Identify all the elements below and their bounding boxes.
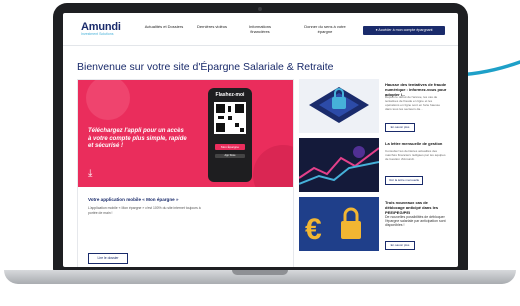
- chart-glow-icon: [299, 146, 379, 185]
- logo[interactable]: Amundi Investment Solutions: [81, 21, 121, 37]
- account-access-button[interactable]: ● Accéder à mon compte épargnant: [363, 26, 445, 35]
- read-dossier-button[interactable]: Lire le dossier: [88, 253, 128, 264]
- app-promo-card: Téléchargez l'appli pour un accès à votr…: [77, 79, 294, 267]
- top-navigation: Amundi Investment Solutions Actualités e…: [63, 13, 458, 46]
- news-item-lettre: La lettre mensuelle de gestion Consultez…: [299, 138, 447, 192]
- nav-item-donner-du-sens[interactable]: Donner du sens à votre épargne: [299, 24, 351, 34]
- laptop-base: [4, 270, 516, 284]
- nav-item-actualites[interactable]: Actualités et Dossiers: [143, 24, 185, 29]
- logo-wordmark: Amundi: [81, 21, 121, 33]
- page-title: Bienvenue sur votre site d'Épargne Salar…: [77, 61, 334, 73]
- news-title[interactable]: La lettre mensuelle de gestion: [385, 141, 447, 146]
- euro-lock-icon: €: [305, 207, 361, 246]
- phone-mockup: Flashez-moi Mon Épargne App Store: [208, 88, 252, 182]
- news-text: De nouvelles possibilités de débloquer l…: [385, 215, 446, 227]
- euro-illustration[interactable]: €: [299, 197, 379, 251]
- flash-label: Flashez-moi: [215, 92, 245, 98]
- fraud-illustration[interactable]: [299, 79, 379, 133]
- svg-text:€: €: [305, 213, 322, 246]
- learn-more-button[interactable]: En savoir plus: [385, 123, 415, 132]
- phone-store-badge: App Store: [215, 154, 245, 158]
- promo-text: Téléchargez l'appli pour un accès à votr…: [88, 128, 187, 149]
- news-title[interactable]: Trois nouveaux cas de déblocage anticipé…: [385, 200, 447, 215]
- app-card-title: Votre application mobile « Mon épargne »: [88, 197, 179, 202]
- browser-viewport: Amundi Investment Solutions Actualités e…: [63, 13, 458, 267]
- news-item-fraude: Hausse des tentatives de fraude numériqu…: [299, 79, 447, 133]
- nav-item-informations[interactable]: Informations financières: [239, 24, 281, 34]
- account-access-label: Accéder à mon compte épargnant: [378, 28, 433, 32]
- learn-more-button[interactable]: En savoir plus: [385, 241, 415, 250]
- phone-app-button: Mon Épargne: [215, 144, 245, 150]
- laptop-frame: Amundi Investment Solutions Actualités e…: [53, 3, 468, 273]
- security-lock-icon: [309, 87, 369, 123]
- news-text: Depuis le début de l'année, les cas de t…: [385, 95, 441, 111]
- nav-item-videos[interactable]: Dernières vidéos: [191, 24, 233, 29]
- news-text: Consultez les dernières actualités des m…: [385, 149, 446, 161]
- qr-code-icon: [214, 102, 246, 134]
- market-illustration[interactable]: [299, 138, 379, 192]
- download-icon: ⤓: [88, 168, 93, 179]
- read-letter-button[interactable]: Voir la lettre mensuelle: [385, 176, 423, 185]
- camera-icon: [258, 7, 262, 11]
- app-card-text: L'application mobile « Mon épargne » c'e…: [88, 206, 201, 215]
- app-promo-banner[interactable]: Téléchargez l'appli pour un accès à votr…: [78, 80, 293, 187]
- news-item-deblocage: € Trois nouveaux cas de déblocage antici…: [299, 197, 447, 251]
- base-notch: [232, 270, 288, 275]
